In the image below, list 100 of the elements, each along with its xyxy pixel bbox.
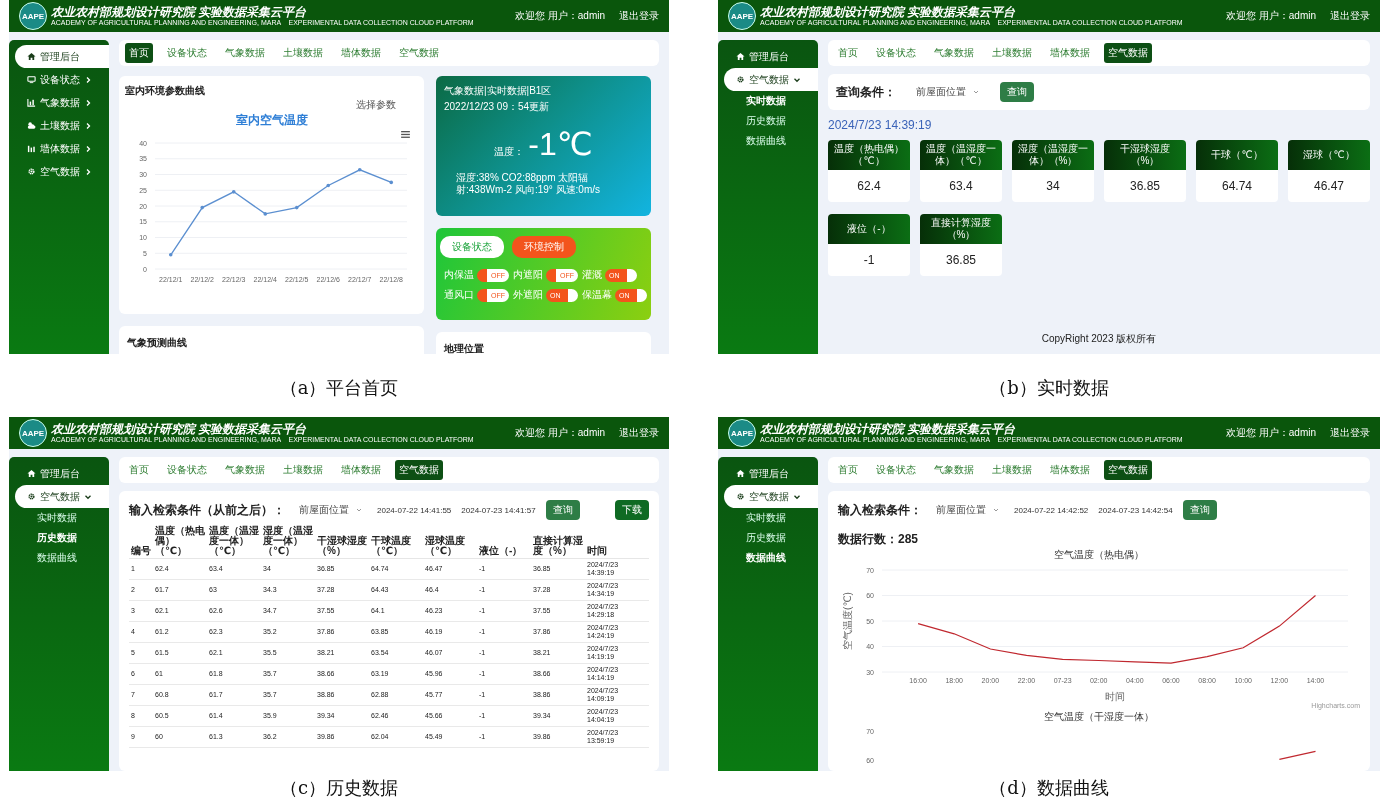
nav-tab[interactable]: 首页 bbox=[125, 43, 153, 63]
sidebar-item[interactable]: 空气数据 bbox=[724, 68, 818, 91]
nav-tab[interactable]: 土壤数据 bbox=[279, 43, 327, 63]
sidebar-item[interactable]: 空气数据 bbox=[15, 160, 109, 183]
nav-tab[interactable]: 设备状态 bbox=[163, 460, 211, 480]
nav-tab[interactable]: 空气数据 bbox=[1104, 460, 1152, 480]
nav-tab[interactable]: 首页 bbox=[125, 460, 153, 480]
card-title: 室内环境参数曲线 bbox=[125, 84, 206, 98]
data-point bbox=[357, 168, 362, 172]
nav-tab[interactable]: 气象数据 bbox=[221, 460, 269, 480]
chevron-right-icon bbox=[84, 121, 92, 130]
location-select[interactable]: 前屋面位置 bbox=[932, 501, 1004, 519]
sidebar-item[interactable]: 空气数据 bbox=[15, 485, 109, 508]
reading-label: 温度（热电偶）（℃） bbox=[828, 140, 910, 170]
sidebar-item[interactable]: 设备状态 bbox=[15, 68, 109, 91]
chevron-right-icon bbox=[84, 98, 92, 107]
home-icon bbox=[736, 469, 745, 478]
select-param-link[interactable]: 选择参数 bbox=[356, 98, 396, 112]
switch-label: 灌溉 bbox=[582, 268, 602, 282]
reading-label: 湿度（温湿度一体）（%） bbox=[1012, 140, 1094, 170]
nav-tab[interactable]: 设备状态 bbox=[163, 43, 211, 63]
location-select[interactable]: 前屋面位置 bbox=[912, 83, 984, 101]
sidebar-subitem[interactable]: 数据曲线 bbox=[718, 131, 818, 151]
logout-link[interactable]: 退出登录 bbox=[619, 426, 659, 440]
location-select[interactable]: 前屋面位置 bbox=[295, 501, 367, 519]
logout-link[interactable]: 退出登录 bbox=[1330, 9, 1370, 23]
nav-tab[interactable]: 墙体数据 bbox=[337, 460, 385, 480]
start-date-field[interactable]: 2024-07-22 14:41:55 bbox=[377, 505, 452, 515]
end-date-field[interactable]: 2024-07-23 14:42:54 bbox=[1098, 505, 1173, 515]
x-axis-title: 时间 bbox=[1105, 691, 1125, 702]
sidebar-item[interactable]: 土壤数据 bbox=[15, 114, 109, 137]
chevron-right-icon bbox=[84, 144, 92, 153]
nav-tab[interactable]: 土壤数据 bbox=[988, 43, 1036, 63]
home-icon bbox=[736, 52, 745, 61]
column-header: 时间 bbox=[585, 525, 649, 559]
nav-tab[interactable]: 设备状态 bbox=[872, 43, 920, 63]
column-header: 干球温度（℃） bbox=[369, 525, 423, 559]
download-button[interactable]: 下载 bbox=[615, 500, 649, 520]
temperature-value: -1℃ bbox=[528, 126, 593, 162]
mode-button[interactable]: 设备状态 bbox=[440, 236, 504, 258]
nav-tab[interactable]: 空气数据 bbox=[395, 460, 443, 480]
reading-value: 46.47 bbox=[1313, 178, 1345, 195]
nav-tab[interactable]: 气象数据 bbox=[930, 460, 978, 480]
nav-tab[interactable]: 土壤数据 bbox=[279, 460, 327, 480]
query-label: 输入检索条件（从前之后）： bbox=[129, 501, 285, 519]
sidebar-item[interactable]: 气象数据 bbox=[15, 91, 109, 114]
sidebar-subitem[interactable]: 历史数据 bbox=[9, 528, 109, 548]
home-icon bbox=[27, 52, 36, 61]
platform-title: 农业农村部规划设计研究院 实验数据采集云平台 bbox=[51, 422, 308, 436]
nav-tab[interactable]: 土壤数据 bbox=[988, 460, 1036, 480]
nav-tab[interactable]: 墙体数据 bbox=[1046, 43, 1094, 63]
weather-title: 气象数据|实时数据|B1区 bbox=[444, 84, 552, 98]
reading-label: 液位（-） bbox=[828, 214, 910, 244]
nav-tab[interactable]: 首页 bbox=[834, 43, 862, 63]
column-header: 直接计算湿度（%） bbox=[531, 525, 585, 559]
query-button[interactable]: 查询 bbox=[1182, 500, 1217, 520]
data-point bbox=[389, 180, 394, 185]
nav-tab[interactable]: 气象数据 bbox=[930, 43, 978, 63]
sidebar-item[interactable]: 墙体数据 bbox=[15, 137, 109, 160]
bar-chart-icon bbox=[27, 98, 36, 107]
start-date-field[interactable]: 2024-07-22 14:42:52 bbox=[1014, 505, 1089, 515]
sidebar-item[interactable]: 空气数据 bbox=[724, 485, 818, 508]
logo-badge: AAPE bbox=[19, 419, 47, 447]
switch-label: 通风口 bbox=[444, 288, 474, 302]
nav-tab[interactable]: 空气数据 bbox=[395, 43, 443, 63]
nav-tab[interactable]: 墙体数据 bbox=[337, 43, 385, 63]
logo-badge: AAPE bbox=[728, 2, 756, 30]
sidebar-item[interactable]: 管理后台 bbox=[724, 45, 818, 68]
sidebar-subitem[interactable]: 实时数据 bbox=[9, 508, 109, 528]
timestamp: 2024/7/23 14:39:19 bbox=[828, 118, 933, 132]
sidebar-subitem[interactable]: 数据曲线 bbox=[9, 548, 109, 568]
reading-label: 直接计算湿度（%） bbox=[920, 214, 1002, 244]
reading-value: 63.4 bbox=[948, 178, 974, 195]
sidebar-item[interactable]: 管理后台 bbox=[15, 462, 109, 485]
data-point bbox=[231, 190, 236, 194]
query-button[interactable]: 查询 bbox=[545, 500, 580, 520]
figure-caption: （a）平台首页 bbox=[279, 375, 399, 400]
sidebar-subitem[interactable]: 历史数据 bbox=[718, 528, 818, 548]
switch-label: 内遮阳 bbox=[513, 268, 543, 282]
nav-tab[interactable]: 气象数据 bbox=[221, 43, 269, 63]
logout-link[interactable]: 退出登录 bbox=[619, 9, 659, 23]
sidebar-item[interactable]: 管理后台 bbox=[724, 462, 818, 485]
sidebar-subitem[interactable]: 历史数据 bbox=[718, 111, 818, 131]
nav-tab[interactable]: 设备状态 bbox=[872, 460, 920, 480]
caret-icon bbox=[992, 506, 1000, 514]
sidebar-item[interactable]: 管理后台 bbox=[15, 45, 109, 68]
column-header: 干湿球湿度（%） bbox=[315, 525, 369, 559]
sidebar-subitem[interactable]: 实时数据 bbox=[718, 91, 818, 111]
end-date-field[interactable]: 2024-07-23 14:41:57 bbox=[461, 505, 536, 515]
query-button[interactable]: 查询 bbox=[1000, 82, 1034, 102]
sidebar-subitem[interactable]: 实时数据 bbox=[718, 508, 818, 528]
gear-icon bbox=[736, 75, 745, 84]
sidebar-subitem[interactable]: 数据曲线 bbox=[718, 548, 818, 568]
column-header: 温度（温湿度一体）（℃） bbox=[207, 525, 261, 559]
logout-link[interactable]: 退出登录 bbox=[1330, 426, 1370, 440]
menu-icon[interactable] bbox=[401, 131, 410, 138]
nav-tab[interactable]: 空气数据 bbox=[1104, 43, 1152, 63]
nav-tab[interactable]: 首页 bbox=[834, 460, 862, 480]
figure-caption: （c）历史数据 bbox=[279, 775, 399, 800]
nav-tab[interactable]: 墙体数据 bbox=[1046, 460, 1094, 480]
